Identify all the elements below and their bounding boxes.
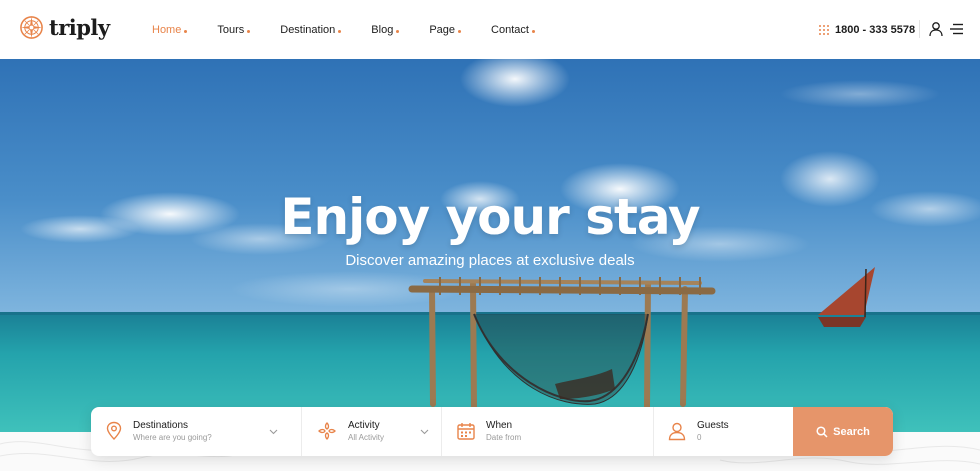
date-from-input[interactable]: Date from	[486, 432, 521, 444]
destination-field[interactable]: Destinations Where are you going?	[91, 407, 302, 456]
nav-item-blog[interactable]: Blog	[371, 23, 400, 36]
hero-section: Enjoy your stay Discover amazing places …	[0, 59, 980, 432]
when-field[interactable]: When Date from	[442, 407, 654, 456]
nav-item-page[interactable]: Page	[429, 23, 462, 36]
destination-label: Destinations	[133, 420, 189, 431]
dropdown-dot-icon	[338, 30, 342, 33]
guests-label: Guests	[697, 420, 729, 431]
dropdown-dot-icon	[396, 30, 400, 33]
guests-count[interactable]: 0	[697, 432, 729, 444]
nav-item-label: Contact	[491, 23, 529, 36]
nav-item-label: Tours	[217, 23, 245, 36]
guests-field[interactable]: Guests 0	[654, 407, 793, 456]
chevron-down-icon	[269, 429, 278, 435]
activity-icon	[318, 422, 336, 440]
nav-item-label: Destination	[280, 23, 336, 36]
map-pin-icon	[106, 421, 122, 440]
nav-item-label: Blog	[371, 23, 394, 36]
chevron-down-icon	[420, 429, 429, 435]
nav-item-tours[interactable]: Tours	[217, 23, 251, 36]
activity-select[interactable]: All Activity	[348, 432, 384, 444]
nav-item-label: Home	[152, 23, 182, 36]
dropdown-dot-icon	[247, 30, 251, 33]
nav-item-contact[interactable]: Contact	[491, 24, 535, 36]
destination-input[interactable]: Where are you going?	[133, 432, 212, 444]
user-icon	[668, 422, 686, 441]
search-button[interactable]: Search	[793, 407, 893, 456]
header-divider	[919, 20, 920, 38]
activity-label: Activity	[348, 420, 380, 431]
brand-name: triply	[49, 15, 110, 40]
compass-icon	[20, 16, 43, 39]
user-icon[interactable]	[928, 21, 944, 37]
search-bar: Destinations Where are you going? Activi…	[91, 407, 893, 456]
nav-item-label: Page	[429, 23, 456, 36]
logo[interactable]: triply	[19, 15, 110, 40]
calendar-icon	[457, 423, 475, 440]
hero-subtitle: Discover amazing places at exclusive dea…	[345, 252, 635, 269]
phone-contact[interactable]: 1800 - 333 5578	[819, 0, 915, 59]
dropdown-dot-icon	[458, 30, 462, 33]
search-button-label: Search	[833, 425, 870, 438]
phone-number: 1800 - 333 5578	[835, 23, 916, 36]
dropdown-dot-icon	[184, 30, 188, 33]
when-label: When	[486, 420, 513, 431]
dropdown-dot-icon	[531, 30, 535, 33]
main-nav: Home Tours Destination Blog Page Contact	[152, 0, 565, 59]
dial-pad-icon	[819, 24, 829, 35]
nav-item-destination[interactable]: Destination	[280, 23, 342, 36]
hero-title: Enjoy your stay	[280, 188, 700, 246]
activity-field[interactable]: Activity All Activity	[302, 407, 442, 456]
menu-icon[interactable]	[950, 23, 963, 35]
nav-item-home[interactable]: Home	[152, 23, 188, 36]
site-header: triply Home Tours Destination Blog Page …	[0, 0, 980, 59]
search-icon	[816, 425, 828, 438]
